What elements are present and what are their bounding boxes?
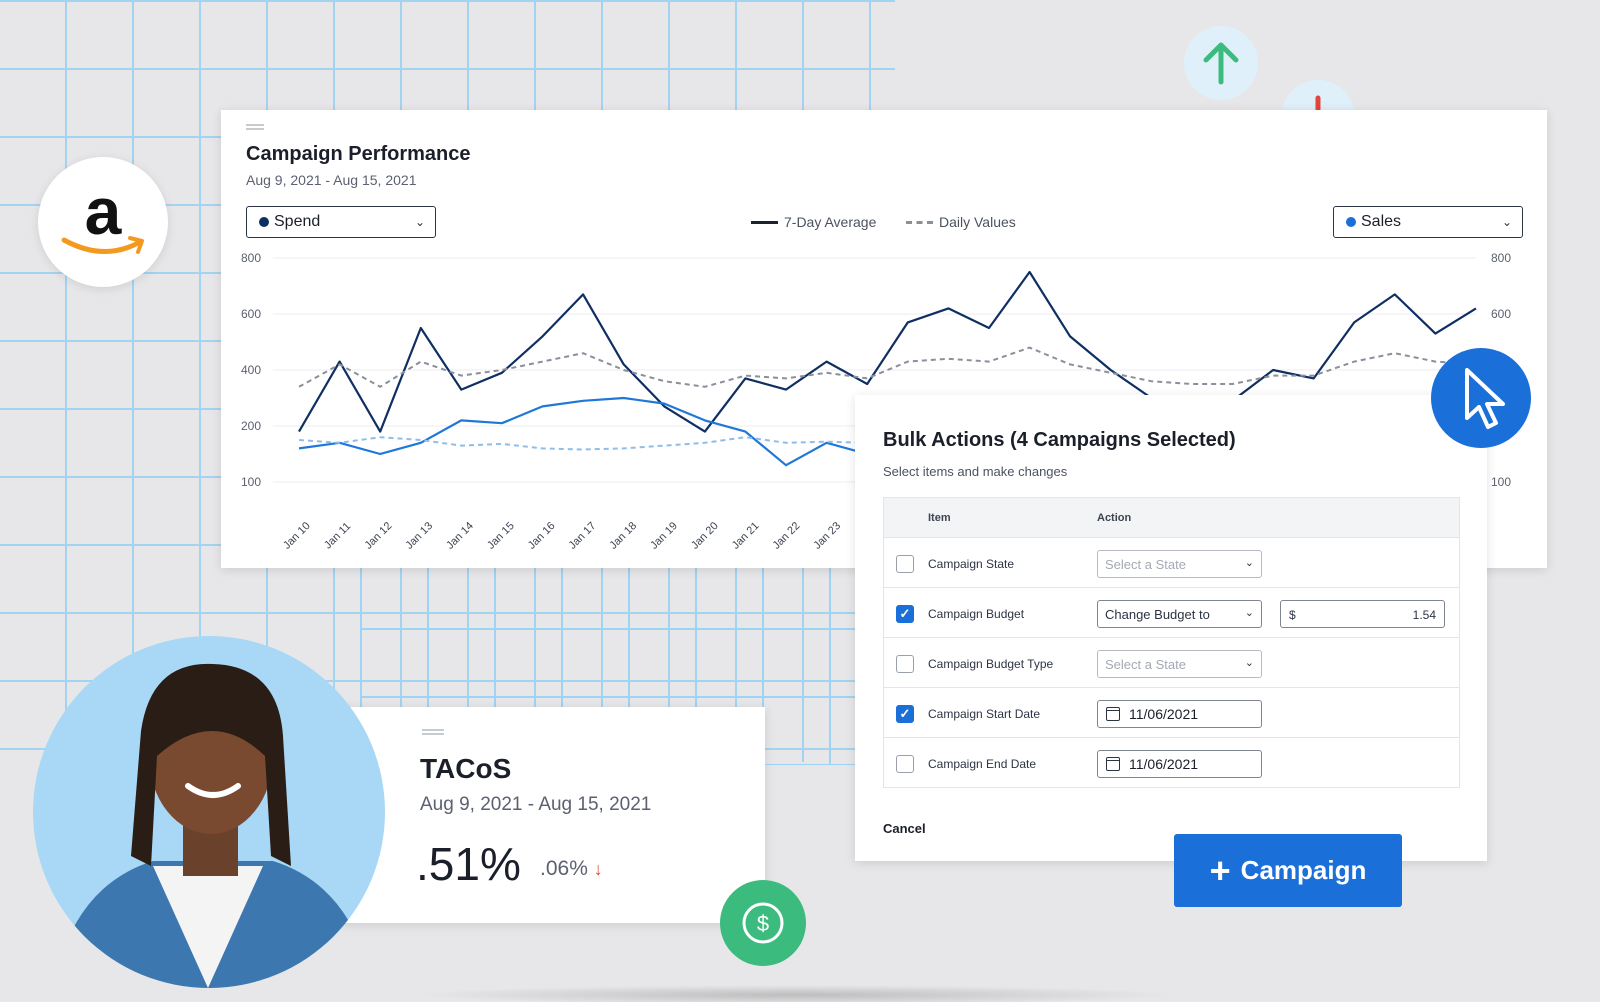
row-label: Campaign Budget (928, 607, 1025, 621)
budget-type-placeholder: Select a State (1105, 657, 1186, 672)
table-row: ✓ Campaign Budget Change Budget to ⌄ $ 1… (884, 588, 1459, 638)
row-checkbox-checked[interactable]: ✓ (896, 605, 914, 623)
bulk-actions-table: Item Action Campaign State Select a Stat… (883, 497, 1460, 788)
tacos-delta: .06% ↓ (540, 857, 603, 881)
x-tick-label: Jan 12 (363, 520, 395, 552)
x-tick-label: Jan 11 (322, 520, 353, 551)
x-tick-label: Jan 14 (444, 520, 476, 552)
x-tick-label: Jan 15 (485, 520, 517, 552)
budget-amount-value: 1.54 (1412, 608, 1436, 622)
y-tick-label-left: 400 (241, 363, 261, 377)
cursor-badge (1431, 348, 1531, 448)
row-label: Campaign State (928, 557, 1015, 571)
floor-shadow (410, 985, 1180, 1002)
cursor-pointer-icon (1465, 368, 1505, 429)
budget-type-select[interactable]: Select a State ⌄ (1097, 650, 1262, 678)
state-select-placeholder: Select a State (1105, 557, 1186, 572)
add-campaign-label: Campaign (1240, 855, 1367, 885)
person-photo (33, 636, 385, 988)
row-label: Campaign Start Date (928, 707, 1041, 721)
plus-icon: + (1209, 849, 1231, 891)
tacos-delta-value: .06% (540, 857, 588, 880)
y-tick-label-right: 100 (1491, 475, 1511, 489)
currency-symbol: $ (1289, 608, 1296, 622)
table-row: Campaign Budget Type Select a State ⌄ (884, 638, 1459, 688)
budget-action-select[interactable]: Change Budget to ⌄ (1097, 600, 1262, 628)
tacos-title: TACoS (420, 753, 512, 784)
x-tick-label: Jan 17 (567, 520, 599, 552)
svg-text:$: $ (757, 911, 769, 936)
calendar-icon (1106, 757, 1120, 771)
x-tick-label: Jan 19 (648, 520, 680, 552)
table-row: Campaign End Date 11/06/2021 (884, 738, 1459, 788)
bulk-actions-subtitle: Select items and make changes (883, 464, 1068, 479)
start-date-value: 11/06/2021 (1129, 706, 1199, 722)
column-header-action: Action (1097, 512, 1132, 524)
cancel-button[interactable]: Cancel (883, 821, 926, 836)
row-checkbox-checked[interactable]: ✓ (896, 705, 914, 723)
x-tick-label: Jan 10 (281, 520, 313, 552)
calendar-icon (1106, 707, 1120, 721)
row-checkbox[interactable] (896, 755, 914, 773)
x-tick-label: Jan 23 (811, 520, 843, 552)
end-date-input[interactable]: 11/06/2021 (1097, 750, 1262, 778)
x-tick-label: Jan 18 (607, 520, 639, 552)
y-tick-label-right: 800 (1491, 251, 1511, 265)
x-tick-label: Jan 16 (526, 520, 558, 552)
y-tick-label-left: 800 (241, 251, 261, 265)
x-tick-label: Jan 13 (403, 520, 435, 552)
row-label: Campaign End Date (928, 757, 1037, 771)
row-checkbox[interactable] (896, 555, 914, 573)
chevron-down-icon: ⌄ (1244, 557, 1254, 569)
y-tick-label-left: 100 (241, 475, 261, 489)
start-date-input[interactable]: 11/06/2021 (1097, 700, 1262, 728)
table-row: Campaign State Select a State ⌄ (884, 538, 1459, 588)
end-date-value: 11/06/2021 (1129, 756, 1199, 772)
y-tick-label-right: 600 (1491, 307, 1511, 321)
y-tick-label-left: 600 (241, 307, 261, 321)
y-tick-label-left: 200 (241, 419, 261, 433)
tacos-date-range: Aug 9, 2021 - Aug 15, 2021 (420, 794, 652, 815)
tacos-value: .51% (416, 838, 521, 890)
arrow-up-icon (1203, 42, 1239, 85)
column-header-item: Item (928, 512, 951, 524)
x-tick-label: Jan 21 (730, 520, 762, 552)
row-checkbox[interactable] (896, 655, 914, 673)
state-select[interactable]: Select a State ⌄ (1097, 550, 1262, 578)
x-tick-label: Jan 20 (689, 520, 721, 552)
amazon-logo: a (38, 157, 168, 287)
bulk-actions-title: Bulk Actions (4 Campaigns Selected) (883, 429, 1236, 451)
arrow-up-badge (1184, 26, 1258, 100)
table-row: ✓ Campaign Start Date 11/06/2021 (884, 688, 1459, 738)
table-header: Item Action (884, 498, 1459, 538)
person-illustration (53, 663, 373, 988)
dollar-icon: $ (742, 902, 784, 944)
budget-amount-input[interactable]: $ 1.54 (1280, 600, 1445, 628)
budget-action-value: Change Budget to (1105, 607, 1210, 622)
chevron-down-icon: ⌄ (1244, 657, 1254, 669)
bulk-actions-card: Bulk Actions (4 Campaigns Selected) Sele… (855, 395, 1487, 861)
chevron-down-icon: ⌄ (1244, 607, 1254, 619)
dollar-badge: $ (720, 880, 806, 966)
add-campaign-button[interactable]: + Campaign (1174, 834, 1402, 907)
x-tick-label: Jan 22 (771, 520, 803, 552)
tacos-card: TACoS Aug 9, 2021 - Aug 15, 2021 .51% .0… (340, 707, 765, 923)
drag-handle-icon[interactable] (422, 729, 444, 735)
row-label: Campaign Budget Type (928, 657, 1054, 671)
arrow-down-small-icon: ↓ (593, 859, 603, 879)
amazon-smile-icon (61, 236, 144, 254)
